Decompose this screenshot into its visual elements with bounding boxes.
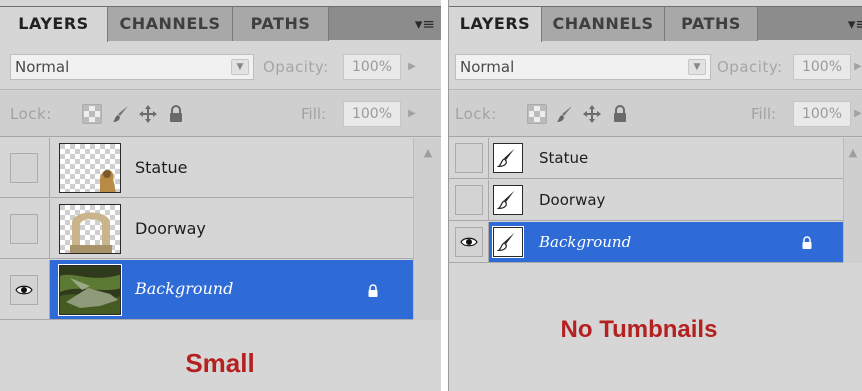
tab-paths[interactable]: PATHS bbox=[233, 7, 329, 41]
layer-row-statue[interactable]: Statue bbox=[449, 138, 843, 179]
statue-thumbnail bbox=[59, 143, 121, 193]
blend-mode-select[interactable]: Normal ▼ bbox=[455, 54, 711, 80]
lock-options-row: Lock: Fill: 100% ▶ bbox=[0, 91, 441, 137]
visibility-cell[interactable] bbox=[0, 260, 50, 319]
visibility-toggle-empty[interactable] bbox=[10, 153, 38, 183]
chevron-down-icon: ▼ bbox=[231, 59, 249, 75]
blend-mode-value: Normal bbox=[460, 58, 515, 76]
tab-channels[interactable]: CHANNELS bbox=[108, 7, 233, 41]
scroll-up-arrow-icon[interactable]: ▲ bbox=[843, 140, 862, 166]
layer-brush-icon bbox=[493, 185, 523, 215]
opacity-label: Opacity: bbox=[263, 58, 329, 76]
lock-position-move-icon[interactable] bbox=[582, 104, 602, 124]
layers-list: Statue Doorway bbox=[0, 138, 441, 391]
layer-row-background[interactable]: Background bbox=[449, 222, 843, 263]
opacity-arrow-icon[interactable]: ▶ bbox=[405, 54, 419, 80]
layer-name: Statue bbox=[539, 149, 589, 167]
lock-image-pixels-brush-icon[interactable] bbox=[555, 104, 575, 124]
visibility-toggle-empty[interactable] bbox=[10, 214, 38, 244]
layer-row-doorway[interactable]: Doorway bbox=[449, 180, 843, 221]
panel-caption: Small bbox=[185, 348, 255, 378]
layer-name: Statue bbox=[135, 158, 188, 177]
visibility-cell[interactable] bbox=[449, 138, 489, 178]
fill-label: Fill: bbox=[751, 105, 777, 123]
lock-label: Lock: bbox=[10, 105, 52, 123]
opacity-arrow-icon[interactable]: ▶ bbox=[851, 54, 862, 80]
blend-mode-select[interactable]: Normal ▼ bbox=[10, 54, 254, 80]
lock-transparent-pixels-icon[interactable] bbox=[82, 104, 102, 124]
doorway-thumbnail bbox=[59, 204, 121, 254]
chevron-down-icon: ▼ bbox=[688, 59, 706, 75]
lock-position-move-icon[interactable] bbox=[138, 104, 158, 124]
visibility-cell[interactable] bbox=[0, 199, 50, 258]
blend-options-row: Normal ▼ Opacity: 100% ▶ bbox=[449, 44, 862, 90]
lock-all-padlock-icon[interactable] bbox=[610, 104, 630, 124]
layer-lock-icon bbox=[368, 284, 378, 297]
panel-caption: No Tumbnails bbox=[560, 316, 718, 343]
layer-name: Doorway bbox=[135, 219, 206, 238]
tab-layers[interactable]: LAYERS bbox=[0, 7, 108, 42]
visibility-cell[interactable] bbox=[449, 222, 489, 262]
layers-scrollbar[interactable]: ▲ bbox=[843, 138, 862, 263]
background-thumbnail bbox=[58, 264, 122, 316]
opacity-label: Opacity: bbox=[717, 58, 783, 76]
tab-paths[interactable]: PATHS bbox=[665, 7, 758, 41]
visibility-toggle[interactable] bbox=[455, 227, 483, 257]
fill-arrow-icon[interactable]: ▶ bbox=[405, 101, 419, 127]
panel-tab-bar: LAYERS CHANNELS PATHS ▾≡ bbox=[0, 6, 441, 42]
lock-transparent-pixels-icon[interactable] bbox=[527, 104, 547, 124]
visibility-cell[interactable] bbox=[0, 138, 50, 197]
visibility-cell[interactable] bbox=[449, 180, 489, 220]
fill-label: Fill: bbox=[301, 105, 327, 123]
visibility-toggle[interactable] bbox=[10, 275, 38, 305]
fill-field[interactable]: 100% bbox=[793, 101, 851, 127]
layer-lock-icon bbox=[802, 236, 812, 249]
fill-field[interactable]: 100% bbox=[343, 101, 401, 127]
panel-tab-bar: LAYERS CHANNELS PATHS ▾≡ bbox=[449, 6, 862, 42]
layer-row-background[interactable]: Background bbox=[0, 260, 413, 320]
layer-name: Background bbox=[539, 233, 632, 251]
blend-mode-value: Normal bbox=[15, 58, 70, 76]
layers-panel-small-thumbnails: LAYERS CHANNELS PATHS ▾≡ Normal ▼ Opacit… bbox=[0, 0, 441, 391]
fill-arrow-icon[interactable]: ▶ bbox=[851, 101, 862, 127]
eye-icon bbox=[15, 285, 33, 295]
layer-brush-icon bbox=[493, 143, 523, 173]
eye-icon bbox=[460, 237, 478, 247]
lock-options-row: Lock: Fill: 100% ▶ bbox=[449, 91, 862, 137]
opacity-field[interactable]: 100% bbox=[793, 54, 851, 80]
layers-panel-no-thumbnails: LAYERS CHANNELS PATHS ▾≡ Normal ▼ Opacit… bbox=[448, 0, 862, 391]
layer-brush-icon bbox=[492, 226, 524, 258]
visibility-toggle-empty[interactable] bbox=[455, 143, 483, 173]
scroll-up-arrow-icon[interactable]: ▲ bbox=[415, 140, 441, 166]
visibility-toggle-empty[interactable] bbox=[455, 185, 483, 215]
lock-label: Lock: bbox=[455, 105, 497, 123]
blend-options-row: Normal ▼ Opacity: 100% ▶ bbox=[0, 44, 441, 90]
layers-scrollbar[interactable]: ▲ bbox=[413, 138, 441, 320]
panel-menu-icon[interactable]: ▾≡ bbox=[848, 7, 862, 41]
lock-image-pixels-brush-icon[interactable] bbox=[111, 104, 131, 124]
layer-name: Background bbox=[135, 279, 234, 298]
tab-channels[interactable]: CHANNELS bbox=[542, 7, 665, 41]
tab-layers[interactable]: LAYERS bbox=[449, 7, 542, 42]
layer-row-statue[interactable]: Statue bbox=[0, 138, 413, 198]
opacity-field[interactable]: 100% bbox=[343, 54, 401, 80]
panel-menu-icon[interactable]: ▾≡ bbox=[415, 7, 435, 41]
layer-name: Doorway bbox=[539, 191, 606, 209]
lock-all-padlock-icon[interactable] bbox=[166, 104, 186, 124]
layer-row-doorway[interactable]: Doorway bbox=[0, 199, 413, 259]
layers-list: Statue Doorway bbox=[449, 138, 862, 391]
